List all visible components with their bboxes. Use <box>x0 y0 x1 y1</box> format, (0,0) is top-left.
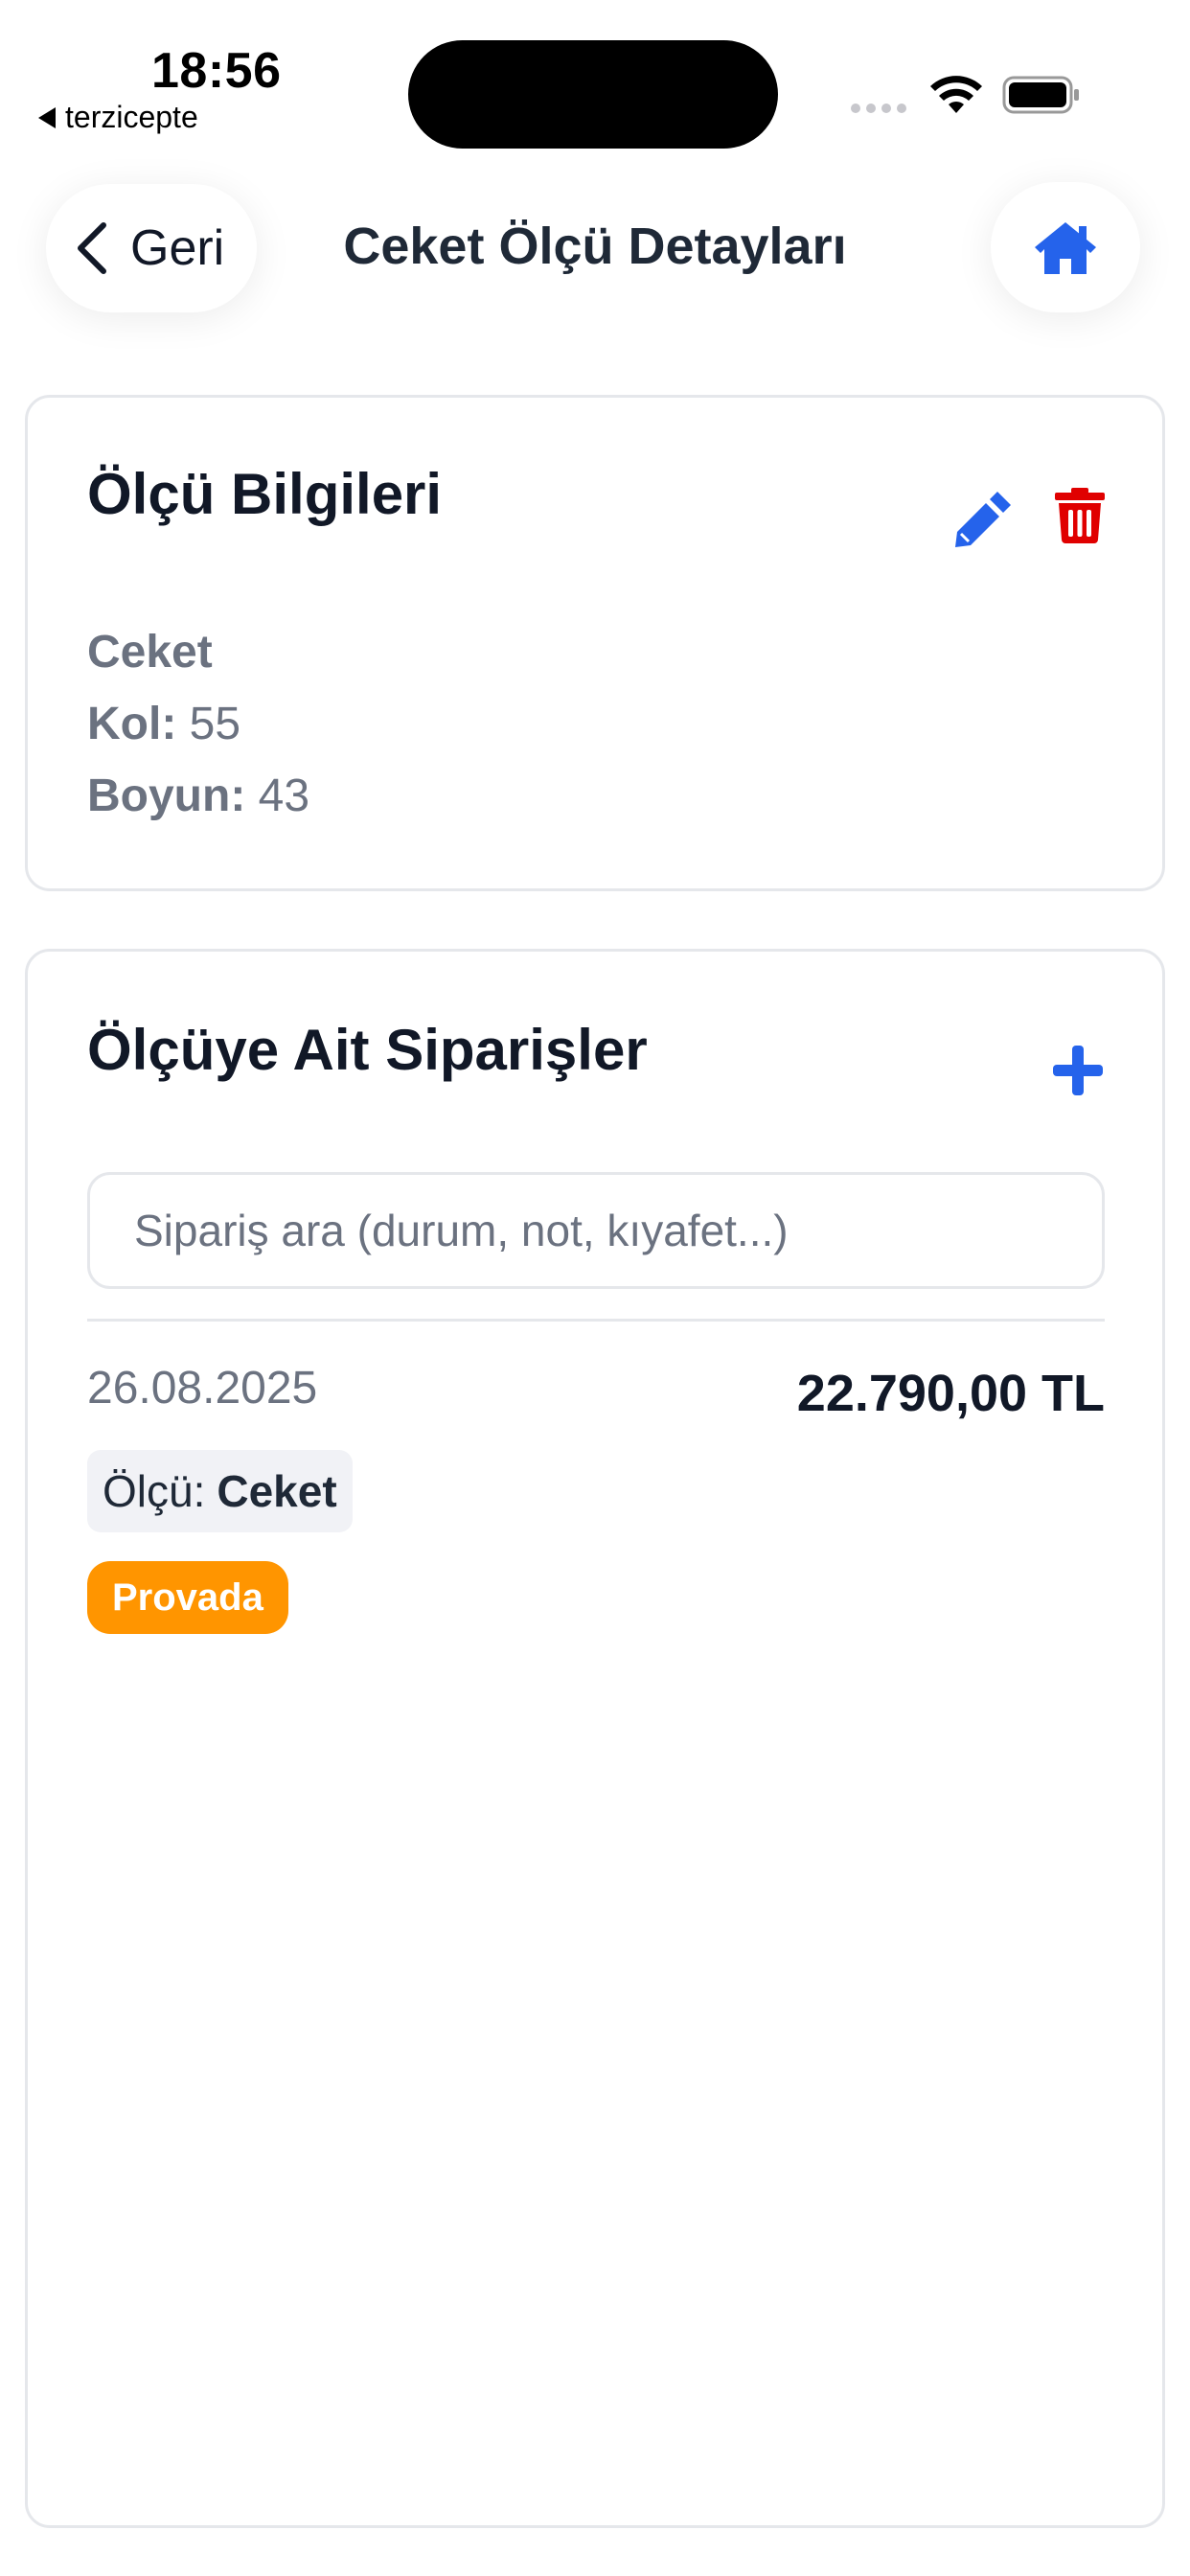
measurement-info-card: Ölçü Bilgileri Ceket Kol: 55 Boyun: 43 <box>25 395 1165 891</box>
status-time: 18:56 <box>151 43 282 99</box>
battery-icon <box>1002 76 1079 114</box>
home-icon <box>1035 222 1096 274</box>
nav-header: Geri Ceket Ölçü Detayları <box>0 172 1190 326</box>
home-button[interactable] <box>991 182 1140 312</box>
wifi-icon <box>930 76 982 113</box>
cellular-signal-icon <box>851 104 906 113</box>
back-triangle-icon <box>38 106 56 128</box>
field-label: Boyun: <box>87 770 246 821</box>
divider <box>87 1319 1105 1322</box>
pencil-icon[interactable] <box>953 488 1015 549</box>
trash-icon[interactable] <box>1055 488 1105 543</box>
measurement-field-boyun: Boyun: 43 <box>87 760 309 832</box>
order-item[interactable]: 26.08.2025 22.790,00 TL Ölçü: Ceket Prov… <box>87 1354 1105 1661</box>
dynamic-island <box>408 40 778 149</box>
back-to-app-label: terzicepte <box>65 100 198 134</box>
orders-card: Ölçüye Ait Siparişler 26.08.2025 22.790,… <box>25 949 1165 2528</box>
orders-title: Ölçüye Ait Siparişler <box>87 1018 648 1082</box>
status-badge: Provada <box>87 1561 288 1634</box>
field-value: 43 <box>258 770 310 821</box>
field-label: Kol: <box>87 699 177 749</box>
measurement-details: Ceket Kol: 55 Boyun: 43 <box>87 616 309 832</box>
plus-icon[interactable] <box>1051 1044 1105 1097</box>
order-date: 26.08.2025 <box>87 1363 318 1414</box>
back-to-app-link[interactable]: terzicepte <box>38 100 198 135</box>
measure-chip-label: Ölçü: <box>103 1466 206 1516</box>
measurement-field-kol: Kol: 55 <box>87 688 309 760</box>
status-bar: 18:56 terzicepte <box>0 0 1190 149</box>
order-search-box[interactable] <box>87 1172 1105 1289</box>
field-value: 55 <box>189 699 241 749</box>
measurement-type: Ceket <box>87 627 213 678</box>
measure-chip-value: Ceket <box>217 1466 337 1516</box>
order-measure-chip: Ölçü: Ceket <box>87 1450 353 1532</box>
order-amount: 22.790,00 TL <box>796 1365 1105 1422</box>
measurement-info-title: Ölçü Bilgileri <box>87 462 443 526</box>
order-search-input[interactable] <box>134 1205 1102 1256</box>
